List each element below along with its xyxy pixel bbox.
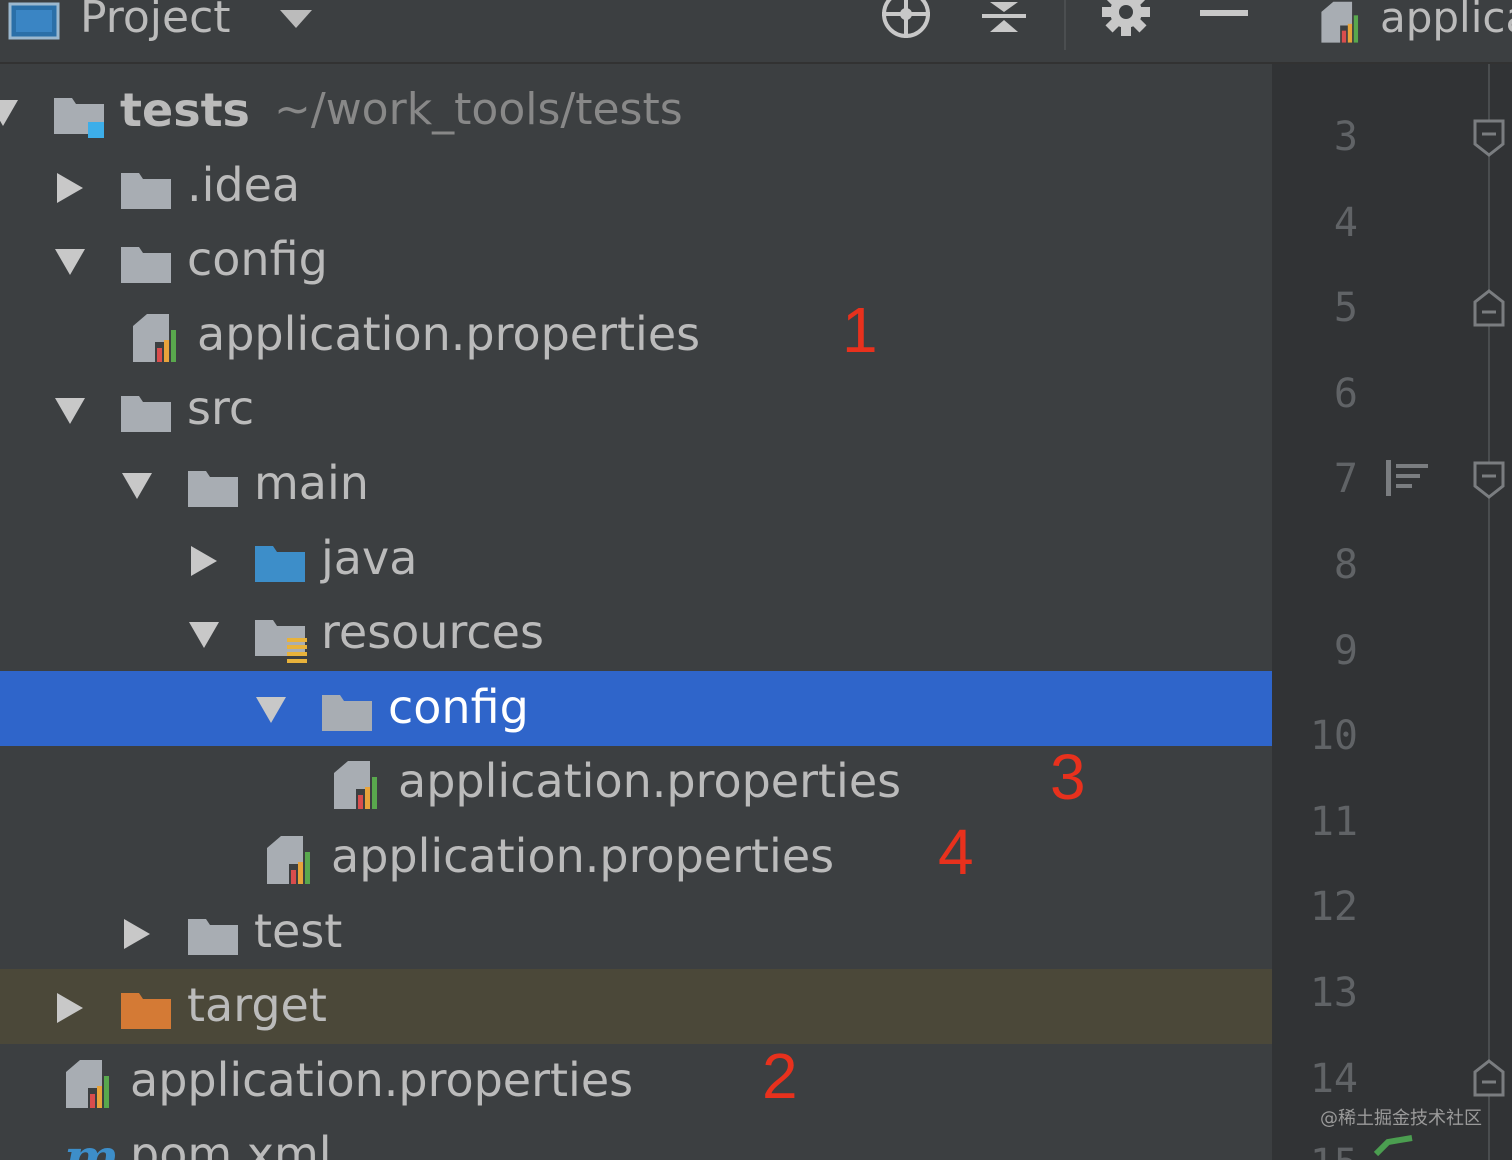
line-number: 13 xyxy=(1309,970,1358,1016)
excluded-folder-icon xyxy=(121,993,171,1030)
source-folder-icon xyxy=(255,545,305,582)
tree-row-test[interactable]: test xyxy=(0,895,1272,970)
tree-row-label: config xyxy=(187,232,328,287)
project-window-icon[interactable] xyxy=(8,2,60,40)
locate-icon[interactable] xyxy=(878,0,934,50)
tree-row-resources[interactable]: resources xyxy=(0,596,1272,671)
expand-arrow-down-icon[interactable] xyxy=(120,469,154,503)
folder-icon xyxy=(121,247,171,284)
line-number: 7 xyxy=(1333,456,1358,503)
fold-start-icon[interactable] xyxy=(1472,118,1506,158)
tree-row-label: resources xyxy=(321,605,544,660)
maven-file-icon: m xyxy=(64,1132,116,1160)
tree-row-label: tests xyxy=(120,83,250,137)
project-path: ~/work_tools/tests xyxy=(274,84,683,135)
gear-icon[interactable] xyxy=(1098,0,1154,50)
tree-row-config[interactable]: config xyxy=(0,223,1272,298)
editor-gutter: applica 3456789101112131415 @稀土 xyxy=(1272,0,1512,1160)
folder-icon xyxy=(121,172,171,209)
tree-row-label: pom.xml xyxy=(130,1127,332,1160)
tree-row-target[interactable]: target xyxy=(0,969,1272,1045)
editor-tab-label: applica xyxy=(1380,0,1512,42)
svg-text:m: m xyxy=(64,1132,116,1160)
folder-icon xyxy=(188,918,238,955)
tree-row-label: java xyxy=(321,530,418,585)
project-tree: tests ~/work_tools/tests .idea config applic… xyxy=(0,64,1272,1160)
line-number: 12 xyxy=(1309,884,1358,931)
line-number: 9 xyxy=(1333,627,1358,674)
fold-end-icon[interactable] xyxy=(1472,288,1506,328)
tree-row-src[interactable]: src xyxy=(0,372,1272,447)
line-number: 3 xyxy=(1333,114,1358,160)
tree-row-application-properties[interactable]: application.properties 3 xyxy=(0,741,1272,820)
tree-row-label: config xyxy=(388,679,529,734)
tree-row-label: target xyxy=(187,978,327,1033)
line-number: 11 xyxy=(1309,798,1358,845)
line-number: 15 xyxy=(1272,1139,1358,1160)
tree-row-label: .idea xyxy=(187,157,301,212)
tree-row-label: main xyxy=(254,456,369,510)
tree-row-main[interactable]: main xyxy=(0,447,1272,522)
annotation-number: 4 xyxy=(938,816,974,888)
line-number: 10 xyxy=(1309,713,1358,760)
module-folder-icon xyxy=(54,98,104,138)
ide-window: Project tests ~/work_tools/tests .idea c… xyxy=(0,0,1512,1160)
watermark: @稀土掘金技术社区 xyxy=(1320,1108,1482,1129)
tree-row-config[interactable]: config xyxy=(0,670,1272,746)
folder-icon xyxy=(121,396,171,433)
tree-row-label: application.properties xyxy=(398,754,902,809)
expand-arrow-right-icon[interactable] xyxy=(53,991,87,1025)
editor-tab[interactable]: applica xyxy=(1272,0,1512,64)
tree-row-tests[interactable]: tests ~/work_tools/tests xyxy=(0,74,1272,149)
expand-arrow-down-icon[interactable] xyxy=(254,693,288,727)
fold-rail xyxy=(1488,64,1490,1160)
properties-file-icon xyxy=(334,761,377,810)
tree-row-label: application.properties xyxy=(197,306,701,361)
properties-file-icon xyxy=(66,1059,109,1108)
line-number: 6 xyxy=(1333,370,1358,417)
folder-icon xyxy=(188,471,238,507)
tree-row-label: application.properties xyxy=(130,1052,634,1107)
annotation-number: 2 xyxy=(762,1039,798,1112)
toolbar-separator xyxy=(1064,0,1066,50)
expand-arrow-down-icon[interactable] xyxy=(187,618,221,652)
check-icon xyxy=(1373,1135,1413,1157)
project-view-title[interactable]: Project xyxy=(80,0,231,44)
fold-start-icon[interactable] xyxy=(1472,460,1506,500)
expand-arrow-down-icon[interactable] xyxy=(0,96,20,130)
tree-row-java[interactable]: java xyxy=(0,522,1272,597)
tree-row-label: src xyxy=(187,381,255,436)
tree-row-idea[interactable]: .idea xyxy=(0,149,1272,224)
expand-arrow-right-icon[interactable] xyxy=(187,544,221,578)
tree-row-application-properties[interactable]: application.properties 1 xyxy=(0,294,1272,373)
properties-file-icon xyxy=(1321,1,1359,43)
line-number: 14 xyxy=(1309,1055,1358,1102)
expand-arrow-right-icon[interactable] xyxy=(53,171,87,205)
expand-arrow-down-icon[interactable] xyxy=(53,245,87,279)
resources-folder-icon xyxy=(255,620,307,664)
expand-arrow-right-icon[interactable] xyxy=(120,917,154,951)
properties-file-icon xyxy=(267,836,310,884)
line-number: 5 xyxy=(1333,285,1358,332)
tree-row-label: application.properties xyxy=(331,829,835,883)
annotation-number: 1 xyxy=(842,293,878,366)
folder-icon xyxy=(322,694,372,731)
chevron-down-icon[interactable] xyxy=(278,8,314,30)
tree-row-label: test xyxy=(254,903,343,958)
line-number: 4 xyxy=(1333,199,1358,246)
collapse-all-icon[interactable] xyxy=(976,0,1032,50)
minimize-icon[interactable] xyxy=(1196,0,1252,50)
project-toolbar: Project xyxy=(0,0,1272,64)
tree-row-application-properties[interactable]: application.properties 2 xyxy=(0,1040,1272,1119)
tree-row-application-properties[interactable]: application.properties 4 xyxy=(0,816,1272,895)
expand-arrow-down-icon[interactable] xyxy=(53,394,87,428)
align-left-icon[interactable] xyxy=(1384,458,1430,498)
annotation-number: 3 xyxy=(1050,741,1086,814)
properties-file-icon xyxy=(133,313,176,362)
line-number: 8 xyxy=(1333,542,1358,588)
fold-end-icon[interactable] xyxy=(1472,1058,1506,1098)
tree-row-pom-xml[interactable]: m pom.xml xyxy=(0,1118,1272,1160)
